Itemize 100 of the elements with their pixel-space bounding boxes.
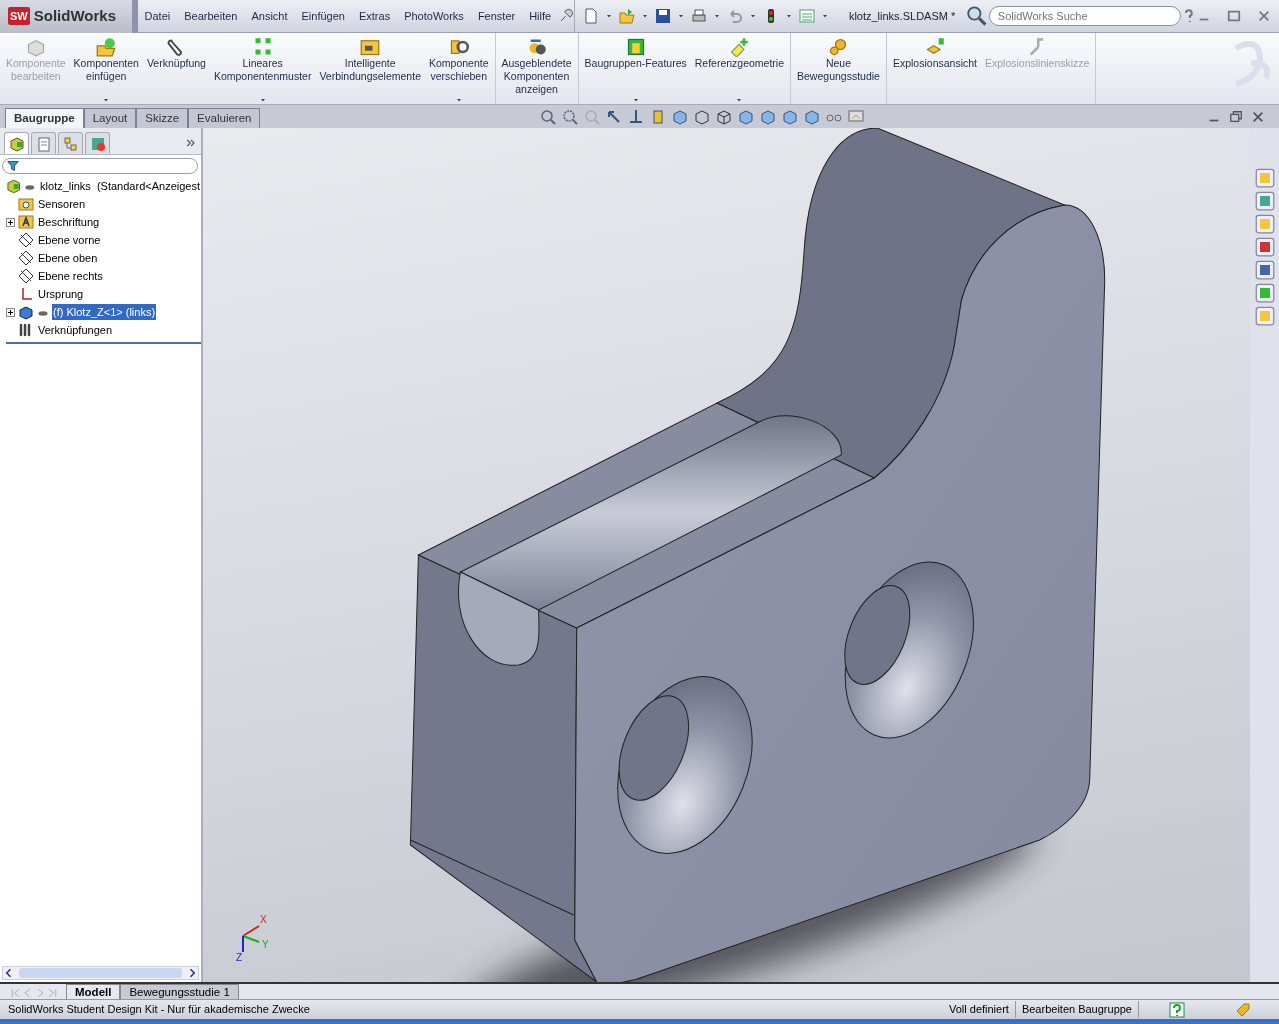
ribbon-tool-button[interactable]: Baugruppen-Features [580,33,691,104]
caret-icon[interactable] [640,12,649,20]
panel-tab[interactable] [58,132,83,154]
tool-icon [96,37,117,57]
command-tab[interactable]: Baugruppe [5,107,84,128]
panel-tab[interactable] [85,132,110,154]
wireframe-cube-icon[interactable] [716,108,733,125]
ribbon-tool-button[interactable]: Verknüpfung [142,33,210,104]
app-logo-text: SolidWorks [33,5,116,26]
caret-icon[interactable] [820,12,829,20]
expand-icon[interactable] [6,217,15,227]
monitor-icon[interactable] [848,108,865,125]
plane-icon [18,232,34,248]
tool-icon [924,37,945,57]
zoom-area-icon[interactable] [562,108,579,125]
menu-item[interactable]: Ansicht [244,7,295,25]
options-list-icon[interactable] [798,8,815,24]
shaded-cube-icon[interactable] [738,108,755,125]
document-title: klotz_links.SLDASM * [848,8,956,24]
wireframe-cube-icon[interactable] [694,108,711,125]
tool-icon [448,37,469,57]
horizontal-scrollbar[interactable] [2,966,199,980]
tree-item[interactable]: Ursprung [37,285,85,303]
panel-tab-icon [62,135,79,152]
sensor-icon [18,196,34,212]
shaded-cube-icon[interactable] [672,108,689,125]
normal-to-icon[interactable] [628,108,645,125]
plane-icon [18,250,34,266]
pin-icon[interactable] [558,8,574,24]
panel-tab-icon [89,135,106,152]
panel-tab-icon [8,135,25,152]
open-folder-icon[interactable] [618,8,635,24]
tool-icon [625,37,646,57]
ribbon-tool-button[interactable]: Ausgeblendete Komponenten anzeigen [497,33,576,104]
tool-icon [828,37,849,57]
shaded-cube-icon[interactable] [782,108,799,125]
save-icon[interactable] [654,8,671,24]
menu-item[interactable]: Extras [351,7,398,25]
help-icon[interactable] [1169,1001,1185,1018]
ribbon-tool-button[interactable]: Komponente verschieben [424,33,493,104]
command-tab[interactable]: Evaluieren [188,107,261,128]
assembly-icon [6,178,22,194]
3d-part-model-drawing[interactable] [409,128,1106,982]
ribbon-tool-button[interactable]: Lineares Komponentenmuster [209,33,316,104]
search-field[interactable]: SolidWorks Suche [988,6,1182,26]
plane-icon [18,268,34,284]
menu-item[interactable]: PhotoWorks [397,7,471,25]
tree-item[interactable]: Ebene oben [37,249,99,267]
logo-badge: SW [8,6,30,26]
caret-icon[interactable] [712,12,721,20]
command-tab[interactable]: Layout [83,107,137,128]
part-icon [18,304,34,320]
ribbon-tool-button[interactable]: Intelligente Verbindungselemente [315,33,425,104]
new-document-icon[interactable] [582,8,599,24]
annotation-icon [18,214,34,230]
menu-item[interactable]: Einfügen [294,7,352,25]
tree-item[interactable]: (f) Klotz_Z<1> (links) [52,303,157,321]
caret-icon[interactable] [604,12,613,20]
tool-icon [25,37,46,57]
expand-icon[interactable] [6,307,15,317]
tool-icon [360,37,381,57]
status-text: Voll definiert [942,1001,1016,1018]
tree-item[interactable]: Sensoren [37,195,87,213]
panel-tab[interactable] [4,132,29,154]
ribbon-tool-button[interactable]: Komponenten einfügen [69,33,143,104]
search-icon[interactable] [967,6,987,26]
status-message: SolidWorks Student Design Kit - Nur für akademische Zwecke [8,1002,311,1018]
maximize-icon[interactable] [1227,9,1241,23]
panel-tab[interactable] [31,132,56,154]
status-text: Bearbeiten Baugruppe [1015,1001,1139,1018]
close-icon[interactable] [1257,9,1271,23]
tree-item[interactable]: Verknüpfungen [37,321,113,339]
tool-icon [729,37,750,57]
tree-item[interactable]: Ebene vorne [37,231,102,249]
tree-item[interactable]: Beschriftung [37,213,101,231]
tree-item[interactable]: Ebene rechts [37,267,104,285]
close-icon[interactable] [1251,109,1265,124]
ribbon-tool-button[interactable]: Referenzgeometrie [690,33,789,104]
print-icon[interactable] [690,8,707,24]
ribbon-tool-button[interactable]: Neue Bewegungsstudie [793,33,884,104]
caret-icon[interactable] [676,12,685,20]
axis-triad-drawing: X Y Z [233,910,273,962]
caret-icon[interactable] [748,12,757,20]
menu-item[interactable]: Bearbeiten [177,7,245,25]
expand-chevron-icon[interactable] [185,137,197,149]
panel-tab-icon [35,135,52,152]
model-tab[interactable]: Bewegungsstudie 1 [120,984,239,999]
zoom-fit-icon[interactable] [540,108,557,125]
menu-item[interactable]: Fenster [470,7,523,25]
shaded-cube-icon[interactable] [804,108,821,125]
ribbon-tool-button[interactable]: Explosionsansicht [888,33,981,104]
model-tab[interactable]: Modell [66,984,121,999]
command-tab[interactable]: Skizze [136,107,189,128]
caret-icon[interactable] [784,12,793,20]
menu-item[interactable]: Datei [137,7,178,25]
tree-item[interactable]: klotz_links (Standard<Anzeigest [39,177,201,195]
restore-icon[interactable] [1229,109,1243,124]
tag-icon[interactable] [1235,1001,1251,1018]
shaded-cube-icon[interactable] [760,108,777,125]
menu-item[interactable]: Hilfe [522,7,559,25]
